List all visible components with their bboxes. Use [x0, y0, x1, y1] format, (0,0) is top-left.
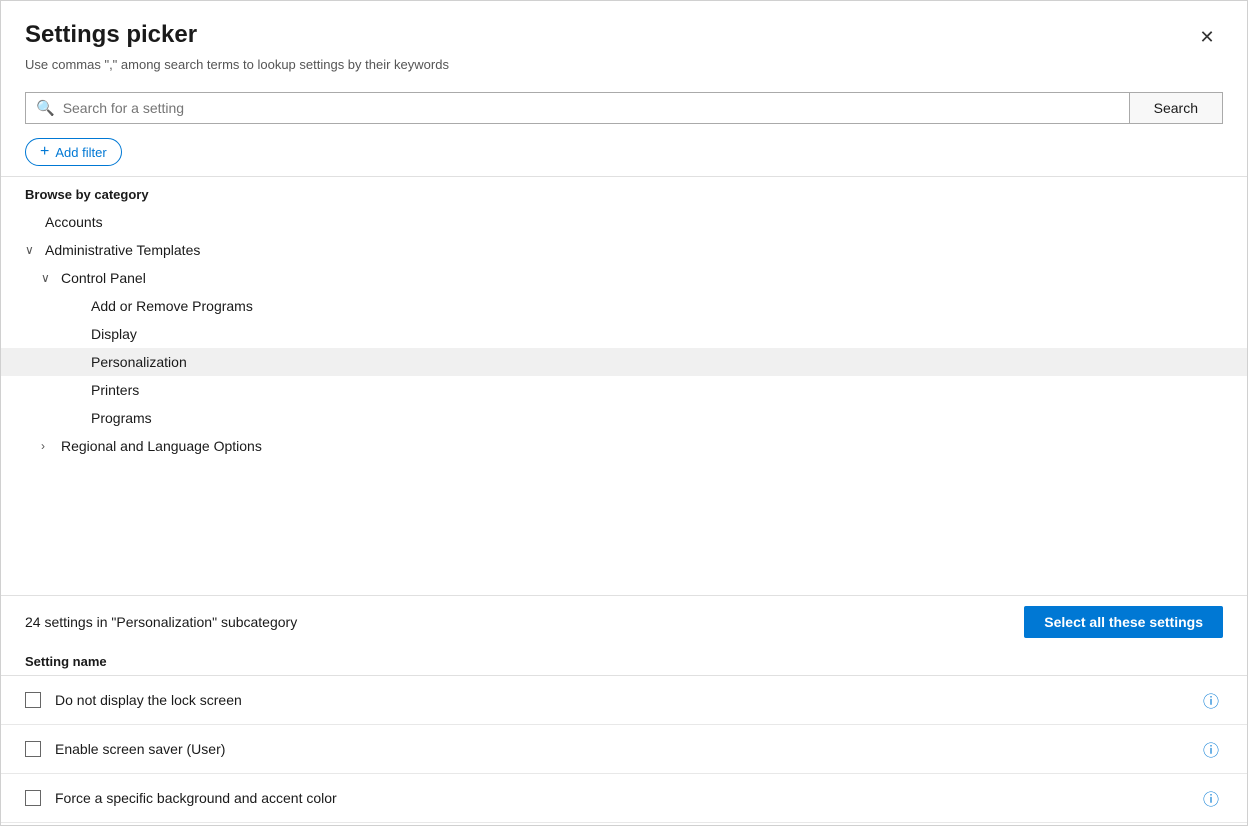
setting-row[interactable]: Enable screen saver (User) ⓘ	[1, 725, 1247, 774]
add-filter-button[interactable]: + Add filter	[25, 138, 122, 166]
category-panel: Browse by category Accounts ∨ Administra…	[1, 176, 1247, 595]
chevron-regional: ›	[41, 439, 55, 453]
browse-section: Browse by category Accounts ∨ Administra…	[1, 176, 1247, 595]
setting-checkbox-lock-screen[interactable]	[25, 692, 41, 708]
setting-row[interactable]: Force a specific background and accent c…	[1, 774, 1247, 823]
info-icon-lock-screen[interactable]: ⓘ	[1199, 686, 1223, 714]
dialog-header: Settings picker ✕ Use commas "," among s…	[1, 1, 1247, 82]
category-label-admin-templates: Administrative Templates	[45, 242, 200, 258]
category-label-control-panel: Control Panel	[61, 270, 146, 286]
settings-count: 24 settings in "Personalization" subcate…	[25, 614, 297, 630]
category-item-accounts[interactable]: Accounts	[1, 208, 1247, 236]
category-item-display[interactable]: Display	[1, 320, 1247, 348]
select-all-button[interactable]: Select all these settings	[1024, 606, 1223, 638]
category-item-admin-templates[interactable]: ∨ Administrative Templates	[1, 236, 1247, 264]
bottom-header: 24 settings in "Personalization" subcate…	[1, 596, 1247, 648]
add-filter-label: Add filter	[55, 145, 106, 160]
dialog-subtitle: Use commas "," among search terms to loo…	[25, 57, 1223, 72]
setting-name-screen-saver: Enable screen saver (User)	[55, 741, 1199, 757]
bottom-panel: 24 settings in "Personalization" subcate…	[1, 595, 1247, 825]
add-filter-row: + Add filter	[1, 134, 1247, 176]
chevron-admin-templates: ∨	[25, 243, 39, 257]
setting-checkbox-screen-saver[interactable]	[25, 741, 41, 757]
setting-name-bg-accent: Force a specific background and accent c…	[55, 790, 1199, 806]
info-icon-bg-accent[interactable]: ⓘ	[1199, 784, 1223, 812]
close-button[interactable]: ✕	[1191, 21, 1223, 53]
category-label-display: Display	[91, 326, 137, 342]
setting-name-lock-screen: Do not display the lock screen	[55, 692, 1199, 708]
setting-row[interactable]: Do not display the lock screen ⓘ	[1, 676, 1247, 725]
category-label-personalization: Personalization	[91, 354, 187, 370]
browse-label: Browse by category	[1, 177, 1247, 208]
chevron-control-panel: ∨	[41, 271, 55, 285]
dialog-title: Settings picker	[25, 21, 197, 49]
search-row: 🔍 Search	[1, 82, 1247, 134]
search-box: 🔍	[25, 92, 1129, 124]
category-item-personalization[interactable]: Personalization	[1, 348, 1247, 376]
category-label-regional: Regional and Language Options	[61, 438, 262, 454]
category-item-add-remove[interactable]: Add or Remove Programs	[1, 292, 1247, 320]
category-item-regional[interactable]: › Regional and Language Options	[1, 432, 1247, 460]
category-item-control-panel[interactable]: ∨ Control Panel	[1, 264, 1247, 292]
category-list: Accounts ∨ Administrative Templates ∨ Co…	[1, 208, 1247, 590]
category-label-add-remove: Add or Remove Programs	[91, 298, 253, 314]
search-button[interactable]: Search	[1129, 92, 1223, 124]
category-label-printers: Printers	[91, 382, 139, 398]
settings-table: Setting name Do not display the lock scr…	[1, 648, 1247, 825]
settings-picker-dialog: Settings picker ✕ Use commas "," among s…	[0, 0, 1248, 826]
category-item-printers[interactable]: Printers	[1, 376, 1247, 404]
info-icon-screen-saver[interactable]: ⓘ	[1199, 735, 1223, 763]
settings-column-header: Setting name	[1, 648, 1247, 676]
setting-checkbox-bg-accent[interactable]	[25, 790, 41, 806]
search-icon: 🔍	[36, 99, 55, 117]
category-label-accounts: Accounts	[45, 214, 103, 230]
plus-icon: +	[40, 144, 49, 160]
search-input[interactable]	[63, 100, 1119, 116]
category-label-programs: Programs	[91, 410, 152, 426]
category-item-programs[interactable]: Programs	[1, 404, 1247, 432]
